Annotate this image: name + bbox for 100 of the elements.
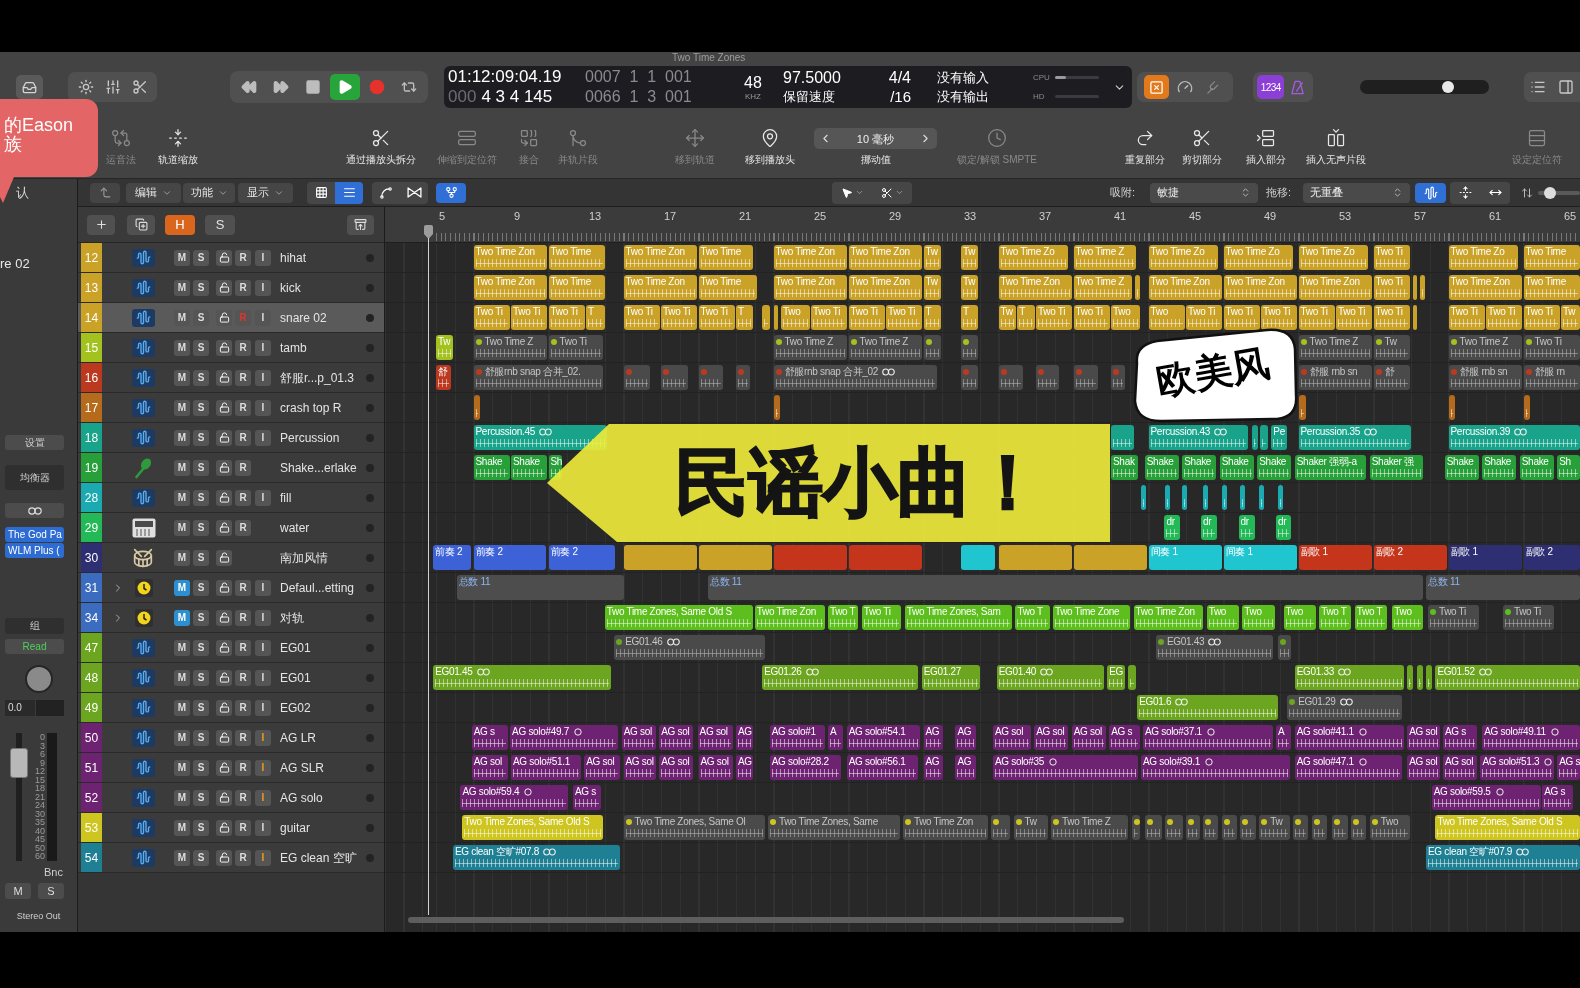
lock-button[interactable]	[216, 669, 232, 686]
region[interactable]: Percussion.35	[1298, 425, 1412, 450]
mute-button[interactable]: M	[174, 789, 190, 806]
input-monitor-button[interactable]: I	[255, 789, 271, 806]
lock-button[interactable]	[216, 609, 232, 626]
region[interactable]: 舒	[1373, 365, 1410, 390]
toolbar-button[interactable]: 轨道缩放	[154, 128, 202, 166]
drag-select[interactable]: 无重叠	[1303, 182, 1410, 203]
region[interactable]	[698, 365, 724, 390]
region[interactable]: AG solo#49.11	[1482, 725, 1580, 750]
region[interactable]: 总数 11	[707, 575, 1423, 600]
toolbar-button[interactable]: 插入无声片段	[1302, 128, 1370, 166]
region[interactable]: EG01.40	[996, 665, 1104, 690]
region[interactable]: EG01.46	[614, 635, 765, 660]
settings-button[interactable]: 设置	[5, 435, 64, 450]
region[interactable]	[961, 545, 996, 570]
region[interactable]	[1332, 815, 1348, 840]
header-toggle-button[interactable]: H	[165, 214, 195, 235]
region[interactable]: AG solo#41.1	[1294, 725, 1404, 750]
region[interactable]: EG01.6	[1137, 695, 1279, 720]
mute-button[interactable]: M	[174, 849, 190, 866]
region[interactable]	[1135, 275, 1140, 300]
region[interactable]: AG sol	[992, 725, 1031, 750]
solo-button[interactable]: S	[193, 789, 209, 806]
region[interactable]: AG sol	[1034, 725, 1069, 750]
solo-button[interactable]: S	[193, 369, 209, 386]
region[interactable]: EG01.27	[921, 665, 981, 690]
region[interactable]: Two Time Zon	[902, 815, 988, 840]
input-monitor-button[interactable]: I	[255, 849, 271, 866]
track-header[interactable]: 13 M S R I kick	[78, 273, 384, 303]
mute-button[interactable]: M	[174, 339, 190, 356]
mute-button[interactable]: M	[174, 279, 190, 296]
region[interactable]: Shake	[1219, 455, 1254, 480]
record-enable-button[interactable]: R	[235, 459, 251, 476]
lock-button[interactable]	[216, 489, 232, 506]
region[interactable]: EG01.33	[1294, 665, 1404, 690]
region[interactable]	[991, 815, 1011, 840]
region[interactable]: AG s	[1542, 785, 1573, 810]
pan-knob[interactable]	[24, 665, 53, 693]
region[interactable]: EG01.45	[433, 665, 611, 690]
track-header[interactable]: 28 M S R I fill	[78, 483, 384, 513]
record-enable-button[interactable]: R	[235, 249, 251, 266]
catch-button[interactable]	[436, 182, 466, 203]
region[interactable]: 总数 11	[456, 575, 624, 600]
region[interactable]: Shake	[1144, 455, 1179, 480]
region[interactable]: Two Time Zones, Same	[767, 815, 900, 840]
region[interactable]	[1165, 815, 1183, 840]
solo-button[interactable]: S	[193, 639, 209, 656]
region[interactable]: EG01.29	[1287, 695, 1402, 720]
mode-button[interactable]	[1143, 75, 1169, 99]
automation-mode-button[interactable]: Read	[5, 639, 64, 654]
region[interactable]	[762, 305, 771, 330]
region[interactable]	[1186, 815, 1200, 840]
lock-button[interactable]	[216, 639, 232, 656]
region[interactable]: Two Time Z	[473, 335, 547, 360]
menu-button[interactable]: 功能	[183, 182, 235, 203]
nudge-stepper[interactable]: 10 毫秒	[814, 128, 937, 149]
lock-button[interactable]	[216, 429, 232, 446]
scrollbar[interactable]	[408, 917, 1124, 923]
region[interactable]: AG solo#37.1	[1142, 725, 1273, 750]
lock-button[interactable]	[216, 339, 232, 356]
mute-button[interactable]: M	[174, 459, 190, 476]
region[interactable]: Two Time Z	[1051, 815, 1129, 840]
track-header[interactable]: 15 M S R I tamb	[78, 333, 384, 363]
region[interactable]	[1523, 395, 1530, 420]
region[interactable]: 舒	[436, 365, 452, 390]
region[interactable]: 前奏 2	[433, 545, 472, 570]
track-header[interactable]: 50 M S R I AG LR	[78, 723, 384, 753]
region[interactable]: AG solo#49.7	[510, 725, 619, 750]
region[interactable]: 前奏 2	[548, 545, 615, 570]
region[interactable]: 副歌 2	[1373, 545, 1447, 570]
region[interactable]: Two Ti	[1427, 605, 1479, 630]
region[interactable]	[1251, 425, 1258, 450]
lock-button[interactable]	[216, 729, 232, 746]
mute-button[interactable]: M	[174, 249, 190, 266]
region[interactable]	[1426, 665, 1432, 690]
region[interactable]: AG solo#54.1	[846, 725, 921, 750]
region[interactable]: Shak	[1111, 455, 1138, 480]
region[interactable]: 舒服 rnb sn	[1448, 365, 1522, 390]
region[interactable]: Tw	[1373, 335, 1410, 360]
solo-button[interactable]: S	[193, 429, 209, 446]
region[interactable]	[923, 335, 941, 360]
region[interactable]	[1412, 305, 1417, 330]
region[interactable]	[1407, 665, 1414, 690]
region[interactable]: AG	[923, 755, 943, 780]
lock-button[interactable]	[216, 279, 232, 296]
eq-button[interactable]: 均衡器	[5, 465, 64, 490]
region[interactable]: Two Ti	[548, 335, 604, 360]
solo-button[interactable]: S	[193, 669, 209, 686]
track-header[interactable]: 34 M S R I 对轨	[78, 603, 384, 633]
region[interactable]	[961, 365, 979, 390]
record-enable-button[interactable]: R	[235, 279, 251, 296]
mute-button[interactable]: M	[174, 369, 190, 386]
region[interactable]: AG	[736, 725, 754, 750]
region[interactable]: AG solo#51.3	[1480, 755, 1554, 780]
lock-button[interactable]	[216, 549, 232, 566]
track-header[interactable]: 48 M S R I EG01	[78, 663, 384, 693]
region[interactable]: AG	[736, 755, 754, 780]
region[interactable]	[1298, 395, 1307, 420]
mute-button[interactable]: M	[174, 609, 190, 626]
